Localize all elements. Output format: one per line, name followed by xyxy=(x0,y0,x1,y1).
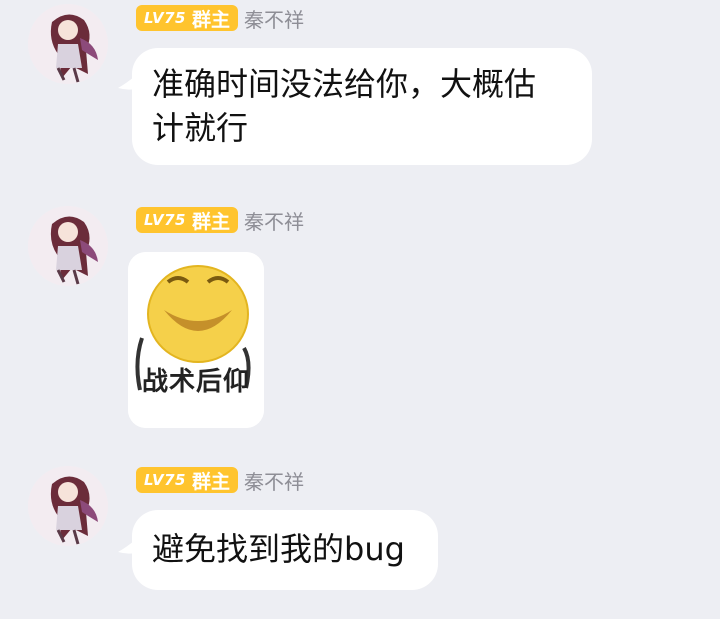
chat-message: LV75 群主 秦不祥 准确时间没法给你，大概估 计就行 xyxy=(0,0,720,180)
role-label: 群主 xyxy=(191,210,230,233)
chat-message: LV75 群主 秦不祥 避免找到我的bug xyxy=(0,462,720,619)
avatar-character-icon xyxy=(28,4,108,84)
avatar[interactable] xyxy=(28,206,108,286)
level-badge: LV75 群主 xyxy=(136,467,238,493)
level-badge: LV75 群主 xyxy=(136,5,238,31)
message-text-line-2: 计就行 xyxy=(152,109,249,147)
role-label: 群主 xyxy=(191,8,230,31)
level-label: LV75 xyxy=(144,9,186,27)
role-label: 群主 xyxy=(191,470,230,493)
message-bubble[interactable]: 准确时间没法给你，大概估 计就行 xyxy=(132,48,592,165)
level-label: LV75 xyxy=(144,471,186,489)
avatar-character-icon xyxy=(28,466,108,546)
message-text-line-1: 准确时间没法给你，大概估 xyxy=(152,65,537,103)
message-text: 避免找到我的bug xyxy=(152,530,405,568)
sender-name: 秦不祥 xyxy=(244,209,304,234)
laughing-face-sticker-icon xyxy=(128,252,264,428)
message-meta: LV75 群主 秦不祥 xyxy=(136,206,304,234)
message-meta: LV75 群主 秦不祥 xyxy=(136,466,304,494)
sticker-caption: 战术后仰 xyxy=(141,367,250,397)
avatar[interactable] xyxy=(28,466,108,546)
level-label: LV75 xyxy=(144,211,186,229)
avatar[interactable] xyxy=(28,4,108,84)
sender-name: 秦不祥 xyxy=(244,469,304,494)
message-bubble[interactable]: 避免找到我的bug xyxy=(132,510,438,590)
chat-message: LV75 群主 秦不祥 战术后仰 xyxy=(0,202,720,442)
sender-name: 秦不祥 xyxy=(244,7,304,32)
sticker-message[interactable]: 战术后仰 xyxy=(128,252,264,428)
level-badge: LV75 群主 xyxy=(136,207,238,233)
message-meta: LV75 群主 秦不祥 xyxy=(136,4,304,32)
avatar-character-icon xyxy=(28,206,108,286)
